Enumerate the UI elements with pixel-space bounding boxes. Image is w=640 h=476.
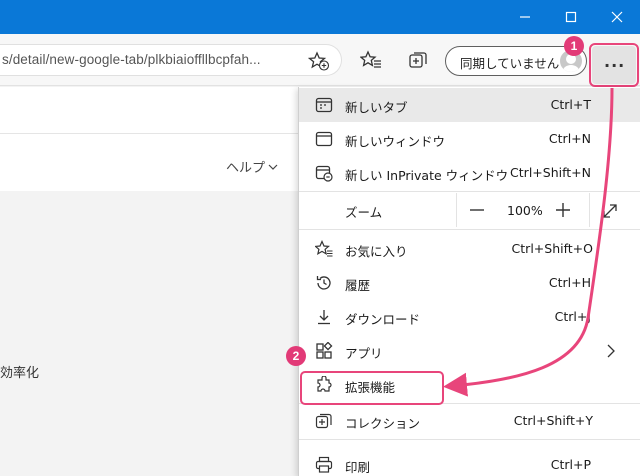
help-link[interactable]: ヘルプ bbox=[226, 157, 265, 176]
menu-item-print[interactable]: 印刷 Ctrl+P bbox=[299, 448, 640, 476]
address-text: s/detail/new-google-tab/plkbiaioffllbcpf… bbox=[2, 52, 261, 67]
shortcut-label: Ctrl+T bbox=[550, 97, 591, 112]
step-badge-1: 1 bbox=[564, 36, 584, 56]
new-tab-icon bbox=[315, 97, 333, 113]
download-icon bbox=[318, 310, 330, 325]
history-icon bbox=[316, 276, 331, 290]
maximize-button[interactable] bbox=[548, 0, 594, 34]
menu-item-label: アプリ bbox=[345, 346, 383, 361]
menu-item-new-tab[interactable]: 新しいタブ Ctrl+T bbox=[299, 88, 640, 122]
shortcut-label: Ctrl+N bbox=[548, 131, 591, 146]
fullscreen-icon[interactable] bbox=[601, 202, 619, 220]
divider bbox=[589, 193, 590, 227]
chevron-right-icon bbox=[607, 344, 615, 358]
sync-status-label: 同期していません bbox=[460, 56, 560, 71]
menu-item-history[interactable]: 履歴 Ctrl+H bbox=[299, 266, 640, 300]
shortcut-label: Ctrl+P bbox=[550, 457, 591, 472]
shortcut-label: Ctrl+Shift+Y bbox=[513, 413, 593, 428]
menu-item-label: ダウンロード bbox=[345, 312, 421, 327]
minimize-button[interactable] bbox=[502, 0, 548, 34]
menu-divider bbox=[299, 229, 640, 230]
menu-item-label: お気に入り bbox=[345, 244, 408, 259]
address-bar[interactable]: s/detail/new-google-tab/plkbiaioffllbcpf… bbox=[0, 44, 342, 76]
shortcut-label: Ctrl+Shift+N bbox=[510, 165, 591, 180]
add-favorite-icon[interactable] bbox=[308, 51, 330, 71]
menu-item-label: 新しいタブ bbox=[345, 100, 408, 115]
menu-divider bbox=[299, 439, 640, 440]
menu-item-downloads[interactable]: ダウンロード Ctrl+J bbox=[299, 300, 640, 334]
highlight-box-more bbox=[589, 43, 639, 87]
favorites-icon[interactable] bbox=[360, 50, 382, 70]
shortcut-label: Ctrl+Shift+O bbox=[511, 241, 593, 256]
close-button[interactable] bbox=[594, 0, 640, 34]
inprivate-icon bbox=[315, 165, 333, 182]
zoom-level: 100% bbox=[507, 203, 543, 218]
collections-icon bbox=[315, 413, 332, 429]
chevron-down-icon bbox=[268, 164, 278, 170]
new-window-icon bbox=[315, 131, 333, 147]
menu-item-favorites[interactable]: お気に入り Ctrl+Shift+O bbox=[299, 232, 640, 266]
page-panel: ヘルプ bbox=[0, 87, 300, 191]
step-badge-2: 2 bbox=[286, 346, 306, 366]
close-icon bbox=[611, 11, 623, 23]
collections-icon[interactable] bbox=[408, 50, 430, 70]
favorites-icon bbox=[315, 240, 333, 257]
menu-item-new-inprivate[interactable]: 新しい InPrivate ウィンドウ Ctrl+Shift+N bbox=[299, 156, 640, 190]
apps-icon bbox=[316, 342, 333, 359]
shortcut-label: Ctrl+J bbox=[554, 309, 591, 324]
highlight-box-extensions bbox=[300, 371, 444, 405]
settings-menu: 新しいタブ Ctrl+T 新しいウィンドウ Ctrl+N 新しい InPriva… bbox=[298, 87, 640, 476]
shortcut-label: Ctrl+H bbox=[548, 275, 591, 290]
zoom-row: ズーム 100% bbox=[299, 193, 640, 227]
zoom-label: ズーム bbox=[345, 205, 383, 220]
menu-item-collections[interactable]: コレクション Ctrl+Shift+Y bbox=[299, 404, 640, 438]
divider bbox=[0, 133, 300, 134]
menu-item-label: 新しいウィンドウ bbox=[345, 134, 446, 149]
menu-item-label: 印刷 bbox=[345, 460, 371, 475]
zoom-in-icon[interactable] bbox=[555, 202, 571, 218]
zoom-out-icon[interactable] bbox=[469, 204, 485, 216]
toolbar: s/detail/new-google-tab/plkbiaioffllbcpf… bbox=[0, 34, 640, 86]
menu-item-label: 新しい InPrivate ウィンドウ bbox=[345, 168, 509, 183]
menu-item-label: 履歴 bbox=[345, 278, 371, 293]
menu-item-apps[interactable]: アプリ bbox=[299, 334, 640, 368]
divider bbox=[456, 193, 457, 227]
title-bar bbox=[0, 0, 640, 34]
print-icon bbox=[315, 456, 333, 473]
menu-item-new-window[interactable]: 新しいウィンドウ Ctrl+N bbox=[299, 122, 640, 156]
maximize-icon bbox=[565, 11, 577, 23]
efficiency-text: 効率化 bbox=[0, 366, 40, 381]
menu-divider bbox=[299, 191, 640, 192]
minimize-icon bbox=[520, 16, 530, 18]
menu-item-label: コレクション bbox=[345, 416, 421, 431]
